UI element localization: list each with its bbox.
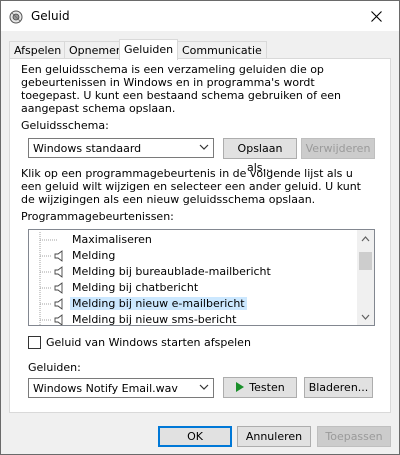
intro-text: Een geluidsschema is een verzameling gel… xyxy=(21,63,341,115)
delete-label: Verwijderen xyxy=(305,142,371,155)
tab-playback[interactable]: Afspelen xyxy=(9,41,67,59)
list-item[interactable]: Melding bij bureaublade-mailbericht xyxy=(29,264,355,280)
browse-button[interactable]: Bladeren... xyxy=(304,377,373,398)
scroll-thumb[interactable] xyxy=(359,252,372,270)
sound-dialog: Geluid Afspelen Opnemen Geluiden Communi… xyxy=(0,0,400,455)
scheme-select-value: Windows standaard xyxy=(33,142,142,155)
tab-communications[interactable]: Communicatie xyxy=(177,41,267,59)
cancel-label: Annuleren xyxy=(245,430,303,443)
events-label: Programmagebeurtenissen: xyxy=(21,210,174,223)
chevron-up-icon xyxy=(361,235,370,241)
chevron-down-icon xyxy=(361,314,370,320)
sounds-label: Geluiden: xyxy=(28,361,81,374)
scheme-label: Geluidsschema: xyxy=(21,119,109,132)
window-title: Geluid xyxy=(31,9,70,23)
chevron-down-icon xyxy=(199,144,209,150)
save-as-button[interactable]: Opslaan als... xyxy=(223,138,297,174)
startup-sound-checkbox[interactable] xyxy=(28,336,41,349)
list-item[interactable]: Melding xyxy=(29,248,355,264)
instruction-text: Klik op een programmagebeurtenis in de v… xyxy=(21,167,361,206)
list-item-label: Melding xyxy=(72,249,116,262)
list-item[interactable]: Melding bij nieuw sms-bericht xyxy=(29,312,355,326)
tab-sounds[interactable]: Geluiden xyxy=(119,39,179,60)
list-item-label: Maximaliseren xyxy=(72,233,152,246)
program-events-list[interactable]: Maximaliseren Melding Melding bij bureau… xyxy=(28,229,375,326)
delete-button[interactable]: Verwijderen xyxy=(301,138,375,159)
list-item-label: Melding bij bureaublade-mailbericht xyxy=(72,265,271,278)
title-bar: Geluid xyxy=(1,1,399,31)
test-button[interactable]: Testen xyxy=(223,377,297,398)
play-icon xyxy=(236,382,245,392)
apply-label: Toepassen xyxy=(325,430,383,443)
vertical-scrollbar[interactable] xyxy=(357,230,374,325)
list-item-label: Melding bij nieuw e-mailbericht xyxy=(70,297,247,310)
speaker-icon xyxy=(54,314,63,325)
scheme-select[interactable]: Windows standaard xyxy=(28,138,214,158)
close-button[interactable] xyxy=(353,1,399,31)
speaker-icon xyxy=(54,266,63,278)
speaker-icon xyxy=(54,298,63,310)
startup-sound-label: Geluid van Windows starten afspelen xyxy=(46,336,251,349)
list-item-label: Melding bij chatbericht xyxy=(72,281,199,294)
test-label: Testen xyxy=(249,381,285,394)
list-item-label: Melding bij nieuw sms-bericht xyxy=(72,313,237,326)
list-item[interactable]: Maximaliseren xyxy=(29,232,355,248)
sound-file-select[interactable]: Windows Notify Email.wav xyxy=(28,378,214,398)
speaker-icon xyxy=(54,282,63,294)
close-icon xyxy=(370,10,382,22)
cancel-button[interactable]: Annuleren xyxy=(237,426,311,447)
scroll-up-button[interactable] xyxy=(357,230,374,247)
sound-file-value: Windows Notify Email.wav xyxy=(33,382,178,395)
speaker-icon xyxy=(54,250,63,262)
ok-label: OK xyxy=(187,430,203,443)
ok-button[interactable]: OK xyxy=(158,426,232,447)
tree-line-icon xyxy=(39,232,58,248)
browse-label: Bladeren... xyxy=(308,381,369,394)
apply-button[interactable]: Toepassen xyxy=(317,426,391,447)
scroll-down-button[interactable] xyxy=(357,308,374,325)
chevron-down-icon xyxy=(199,384,209,390)
list-item[interactable]: Melding bij chatbericht xyxy=(29,280,355,296)
list-item-selected[interactable]: Melding bij nieuw e-mailbericht xyxy=(29,296,355,312)
speaker-app-icon xyxy=(9,10,23,24)
